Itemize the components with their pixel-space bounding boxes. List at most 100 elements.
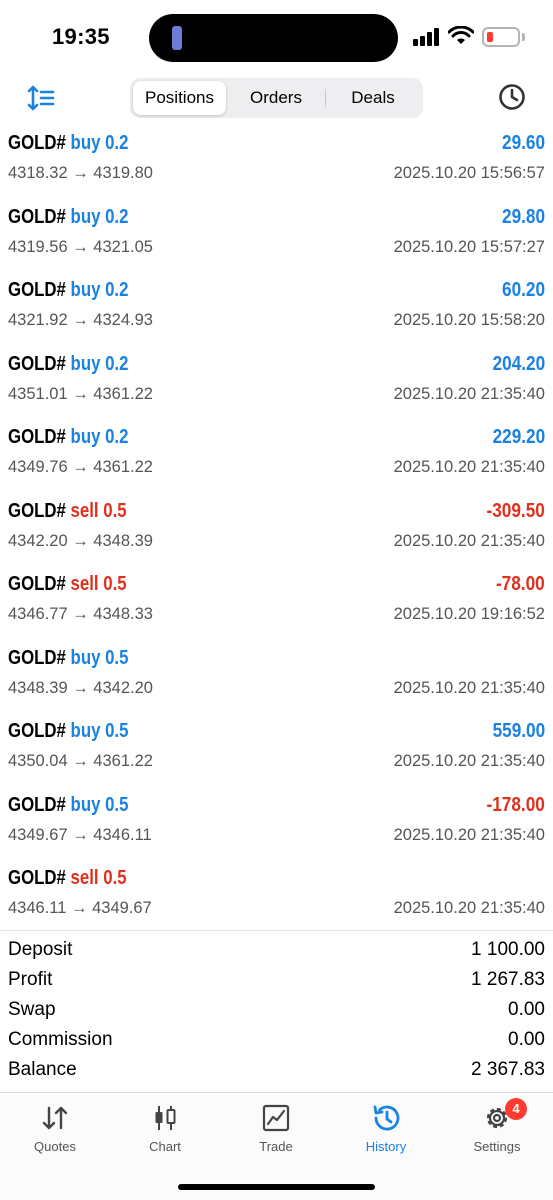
deal-volume: sell 0.5 bbox=[70, 573, 127, 595]
deal-profit: 60.20 bbox=[501, 279, 545, 301]
deal-symbol: GOLD# bbox=[8, 573, 66, 595]
tab-quotes[interactable]: Quotes bbox=[0, 1093, 110, 1163]
summary-row-deposit: Deposit 1 100.00 bbox=[8, 936, 545, 966]
deal-datetime: 2025.10.20 21:35:40 bbox=[393, 678, 545, 697]
deal-profit: 29.60 bbox=[501, 132, 545, 154]
deal-row[interactable]: GOLD# buy 0.5 559.00 4350.04 → 4361.22 2025… bbox=[0, 716, 553, 790]
deal-symbol: GOLD# bbox=[8, 279, 66, 301]
battery-tip bbox=[522, 33, 525, 41]
deal-prices: 4321.92 → 4324.93 bbox=[8, 311, 153, 329]
deal-symbol: GOLD# bbox=[8, 205, 66, 228]
deal-profit: -178.00 bbox=[486, 793, 545, 816]
deal-title: GOLD# buy 0.5 bbox=[8, 720, 128, 743]
deal-symbol: GOLD# bbox=[8, 132, 66, 154]
view-segmented-control: Positions Orders Deals bbox=[130, 78, 423, 118]
deal-row[interactable]: GOLD# buy 0.2 29.80 4319.56 → 4321.05 2025.… bbox=[0, 202, 553, 276]
deal-symbol: GOLD# bbox=[8, 867, 66, 889]
summary-label: Balance bbox=[8, 1059, 77, 1080]
summary-label: Commission bbox=[8, 1029, 113, 1050]
deal-title: GOLD# sell 0.5 bbox=[8, 500, 127, 523]
deal-prices: 4349.67 → 4346.11 bbox=[8, 825, 152, 844]
deal-title: GOLD# sell 0.5 bbox=[8, 573, 127, 596]
deal-datetime: 2025.10.20 21:35:40 bbox=[393, 899, 545, 917]
tab-chart-label: Chart bbox=[149, 1139, 181, 1154]
chart-icon bbox=[155, 1106, 176, 1130]
tab-trade[interactable]: Trade bbox=[221, 1093, 331, 1163]
deal-profit: 559.00 bbox=[492, 720, 545, 742]
summary-label: Profit bbox=[8, 969, 53, 990]
deal-title: GOLD# buy 0.5 bbox=[8, 794, 128, 817]
summary-value: 0.00 bbox=[508, 1029, 545, 1050]
summary-divider bbox=[0, 930, 553, 931]
header: Positions Orders Deals bbox=[0, 76, 553, 122]
tab-orders[interactable]: Orders bbox=[228, 81, 324, 115]
deal-symbol: GOLD# bbox=[8, 426, 66, 448]
deal-prices: 4318.32 → 4319.80 bbox=[8, 164, 153, 182]
deal-row[interactable]: GOLD# buy 0.2 29.60 4318.32 → 4319.80 2025.… bbox=[0, 128, 553, 202]
summary-value: 1 267.83 bbox=[471, 969, 545, 990]
deal-prices: 4346.77 → 4348.33 bbox=[8, 605, 153, 623]
sort-icon[interactable] bbox=[26, 84, 56, 112]
summary-row-commission: Commission 0.00 bbox=[8, 1026, 545, 1056]
deal-prices: 4351.01 → 4361.22 bbox=[8, 384, 153, 403]
deal-row[interactable]: GOLD# buy 0.2 229.20 4349.76 → 4361.22 2025… bbox=[0, 422, 553, 496]
status-bar: 19:35 bbox=[0, 0, 553, 76]
deal-list: GOLD# buy 0.2 29.60 4318.32 → 4319.80 2025.… bbox=[0, 128, 553, 937]
deal-datetime: 2025.10.20 15:58:20 bbox=[393, 311, 545, 329]
deal-prices: 4342.20 → 4348.39 bbox=[8, 531, 153, 550]
deal-symbol: GOLD# bbox=[8, 352, 66, 375]
tab-settings[interactable]: 4 Settings bbox=[442, 1093, 552, 1163]
tab-history[interactable]: History bbox=[331, 1093, 441, 1163]
deal-row[interactable]: GOLD# buy 0.2 60.20 4321.92 → 4324.93 2025.… bbox=[0, 275, 553, 349]
home-indicator bbox=[178, 1184, 375, 1190]
deal-volume: buy 0.2 bbox=[70, 279, 129, 301]
tab-deals[interactable]: Deals bbox=[326, 81, 420, 115]
deal-datetime: 2025.10.20 21:35:40 bbox=[393, 752, 545, 770]
deal-prices: 4350.04 → 4361.22 bbox=[8, 752, 153, 770]
deal-title: GOLD# buy 0.2 bbox=[8, 132, 128, 155]
deal-row[interactable]: GOLD# buy 0.5 -178.00 4349.67 → 4346.11 202… bbox=[0, 790, 553, 864]
deal-datetime: 2025.10.20 21:35:40 bbox=[393, 531, 545, 550]
tab-settings-label: Settings bbox=[473, 1139, 521, 1154]
deal-profit: 29.80 bbox=[501, 205, 545, 228]
deal-prices: 4349.76 → 4361.22 bbox=[8, 458, 153, 476]
deal-volume: buy 0.2 bbox=[70, 132, 129, 154]
clock-icon[interactable] bbox=[498, 83, 526, 111]
tab-chart[interactable]: Chart bbox=[110, 1093, 220, 1163]
deal-row[interactable]: GOLD# sell 0.5 -78.00 4346.77 → 4348.33 202… bbox=[0, 569, 553, 643]
deal-title: GOLD# buy 0.2 bbox=[8, 426, 128, 449]
tab-trade-label: Trade bbox=[259, 1139, 293, 1154]
wifi-icon bbox=[448, 26, 474, 44]
deal-datetime: 2025.10.20 21:35:40 bbox=[393, 458, 545, 476]
tab-quotes-label: Quotes bbox=[34, 1139, 76, 1154]
deal-row[interactable]: GOLD# buy 0.5 4348.39 → 4342.20 2025.10.20… bbox=[0, 643, 553, 717]
summary-value: 2 367.83 bbox=[471, 1059, 545, 1080]
summary-row-swap: Swap 0.00 bbox=[8, 996, 545, 1026]
trade-icon bbox=[262, 1104, 290, 1132]
summary-value: 1 100.00 bbox=[471, 939, 545, 960]
deal-prices: 4348.39 → 4342.20 bbox=[8, 678, 153, 697]
deal-datetime: 2025.10.20 19:16:52 bbox=[393, 605, 545, 623]
tab-positions[interactable]: Positions bbox=[133, 81, 226, 115]
dynamic-island bbox=[149, 14, 398, 62]
deal-row[interactable]: GOLD# buy 0.2 204.20 4351.01 → 4361.22 2025… bbox=[0, 349, 553, 423]
deal-datetime: 2025.10.20 15:57:27 bbox=[393, 237, 545, 256]
cellular-signal-icon bbox=[413, 28, 441, 46]
battery-icon bbox=[482, 27, 520, 47]
summary-row-balance: Balance 2 367.83 bbox=[8, 1056, 545, 1086]
deal-volume: sell 0.5 bbox=[70, 499, 127, 522]
deal-symbol: GOLD# bbox=[8, 720, 66, 742]
deal-volume: buy 0.5 bbox=[70, 646, 129, 669]
deal-profit: 204.20 bbox=[492, 352, 545, 375]
history-icon bbox=[373, 1105, 400, 1131]
deal-prices: 4346.11 → 4349.67 bbox=[8, 899, 152, 917]
tab-history-label: History bbox=[365, 1139, 407, 1154]
deal-volume: buy 0.5 bbox=[70, 720, 129, 742]
deal-title: GOLD# buy 0.2 bbox=[8, 206, 128, 229]
deal-row[interactable]: GOLD# sell 0.5 -309.50 4342.20 → 4348.39 20… bbox=[0, 496, 553, 570]
deal-volume: buy 0.2 bbox=[70, 205, 129, 228]
deal-volume: sell 0.5 bbox=[70, 867, 127, 889]
deal-profit: -78.00 bbox=[496, 573, 545, 595]
deal-symbol: GOLD# bbox=[8, 646, 66, 669]
deal-row[interactable]: GOLD# sell 0.5 4346.11 → 4349.67 2025.10.2… bbox=[0, 863, 553, 937]
